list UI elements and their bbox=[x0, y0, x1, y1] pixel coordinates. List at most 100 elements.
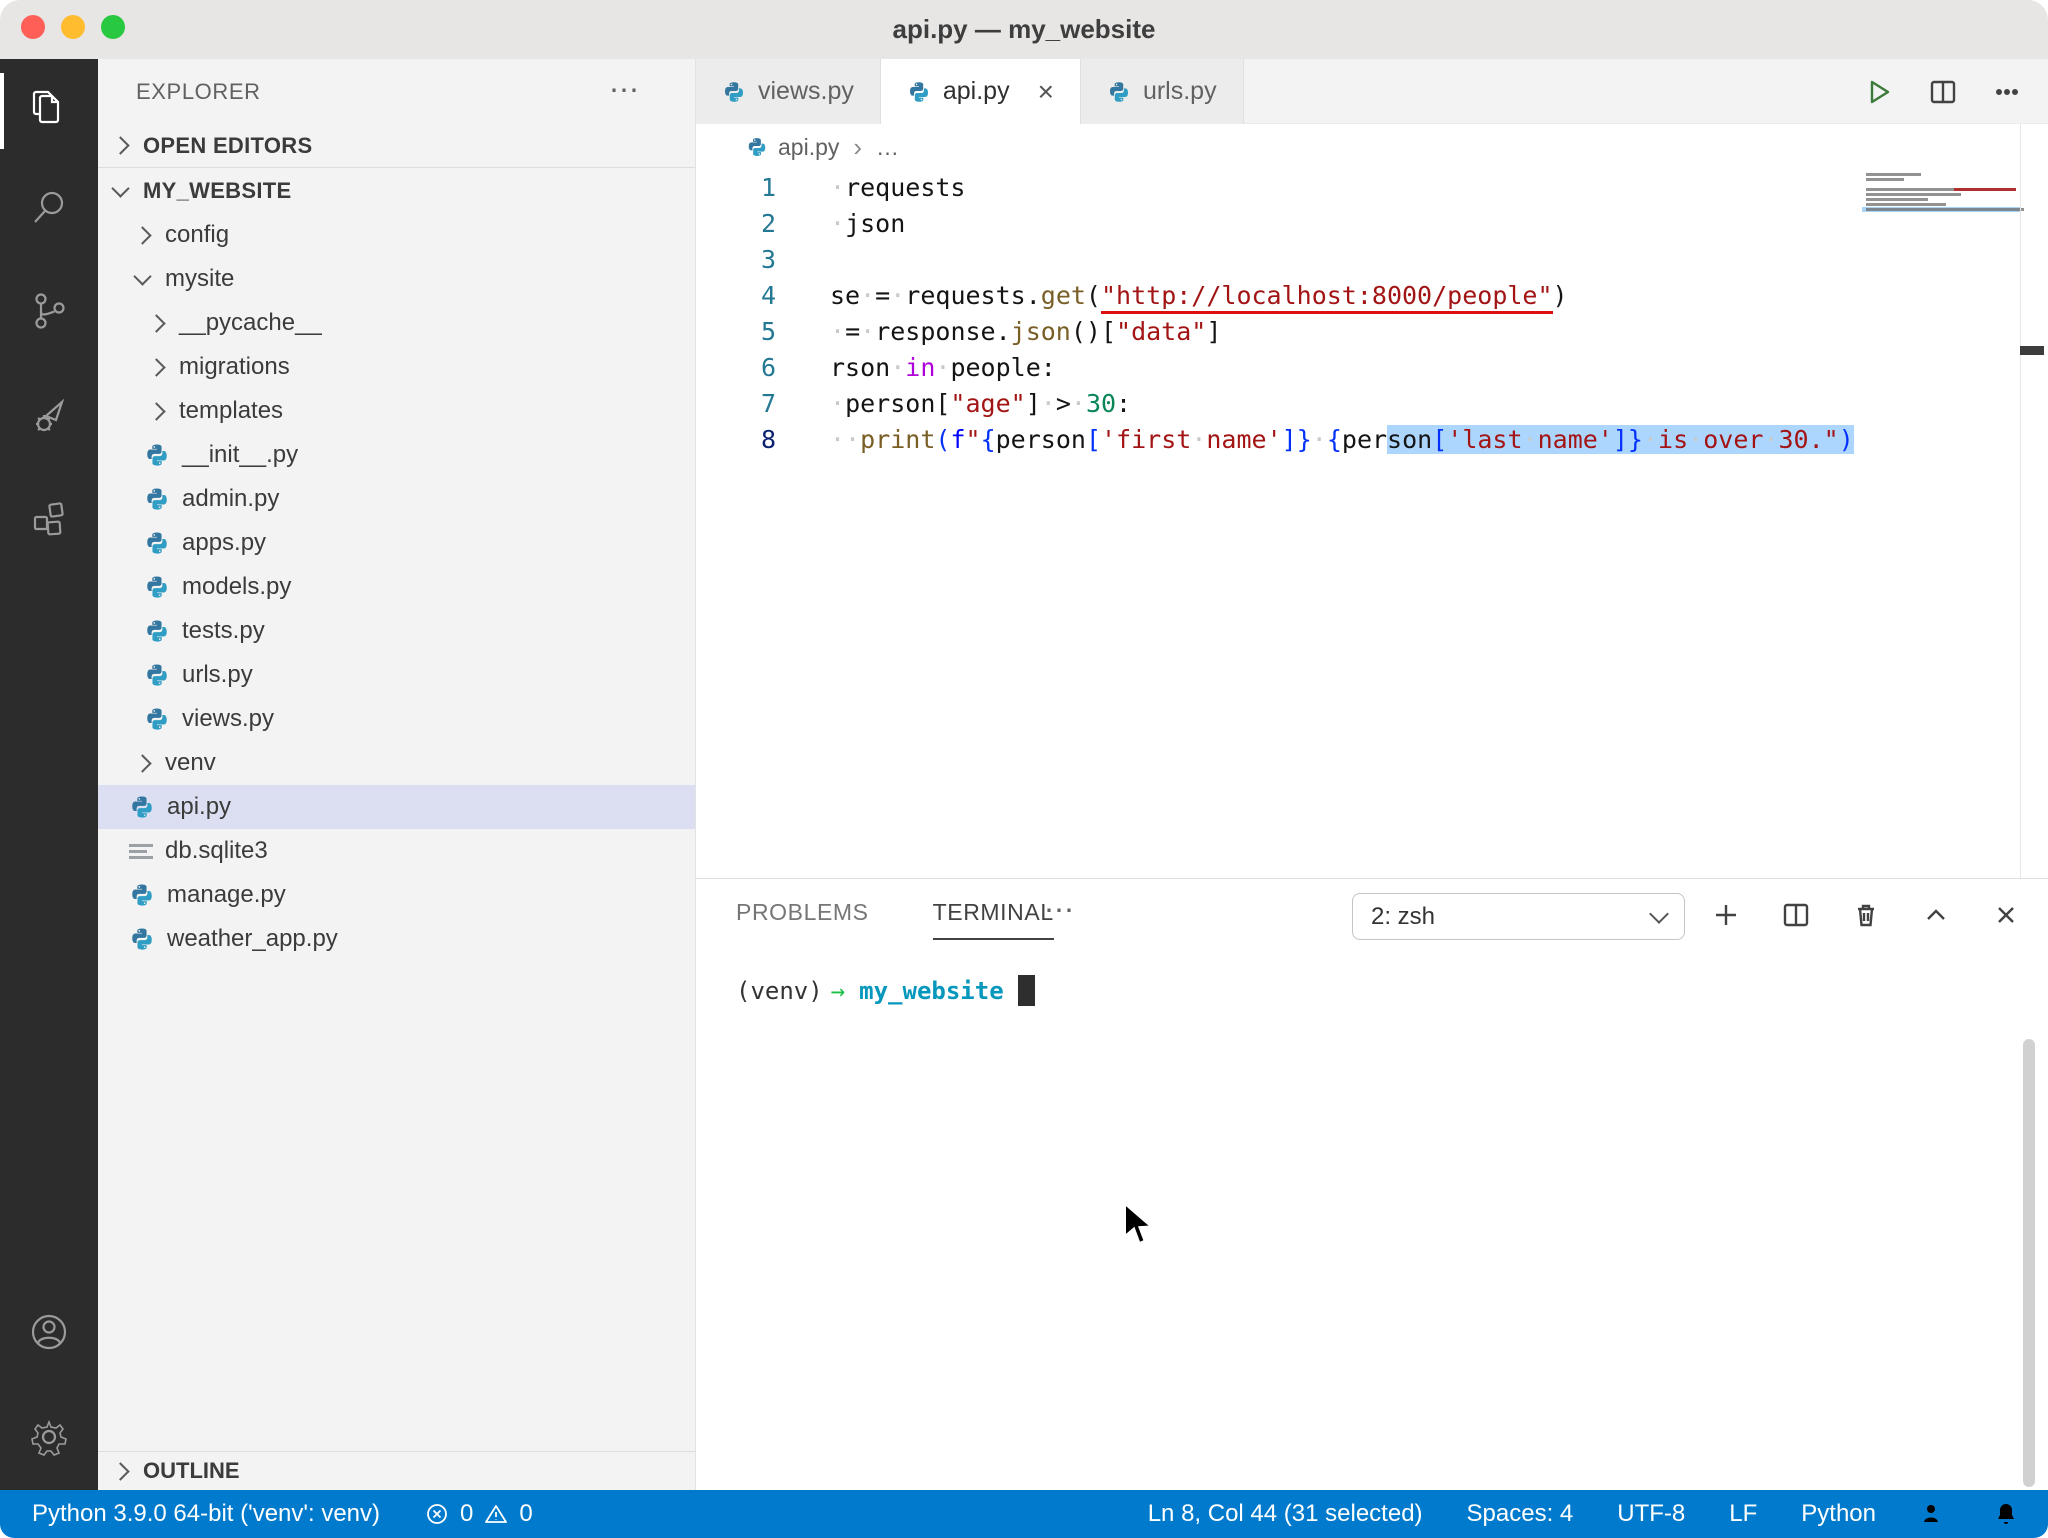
breadcrumb[interactable]: api.py › … bbox=[696, 124, 2048, 170]
tree-folder-venv[interactable]: venv bbox=[98, 741, 695, 785]
tree-item-label: models.py bbox=[182, 573, 291, 601]
run-debug-icon[interactable] bbox=[0, 367, 98, 463]
settings-gear-icon[interactable] bbox=[0, 1389, 98, 1485]
terminal-arrow: → bbox=[831, 977, 845, 1005]
breadcrumb-separator: › bbox=[853, 132, 862, 163]
terminal-venv-prefix: (venv) bbox=[736, 977, 823, 1005]
tab-label: api.py bbox=[943, 77, 1010, 106]
tree-item-label: config bbox=[165, 221, 229, 249]
tree-file-urls-py[interactable]: urls.py bbox=[98, 653, 695, 697]
tree-folder-templates[interactable]: templates bbox=[98, 389, 695, 433]
line-number: 3 bbox=[696, 242, 776, 278]
split-terminal-icon[interactable] bbox=[1780, 899, 1812, 931]
tree-item-label: __pycache__ bbox=[179, 309, 322, 337]
tree-file-api-py[interactable]: api.py bbox=[98, 785, 695, 829]
notifications-bell-icon[interactable] bbox=[1992, 1500, 2020, 1528]
status-ln-8-col-44-31-selected[interactable]: Ln 8, Col 44 (31 selected) bbox=[1148, 1500, 1423, 1528]
kill-terminal-trash-icon[interactable] bbox=[1850, 899, 1882, 931]
chevron-right-icon bbox=[147, 314, 165, 332]
python-file-icon bbox=[144, 706, 170, 732]
tree-file-db-sqlite3[interactable]: db.sqlite3 bbox=[98, 829, 695, 873]
tree-item-label: mysite bbox=[165, 265, 234, 293]
status-lf[interactable]: LF bbox=[1729, 1500, 1757, 1528]
terminal-prompt[interactable]: (venv) → my_website bbox=[736, 975, 1035, 1006]
minimap-border bbox=[2020, 124, 2021, 878]
search-icon[interactable] bbox=[0, 159, 98, 255]
file-tree: config mysite __pycache__ migrationstemplat… bbox=[98, 213, 695, 961]
line-number: 5 bbox=[696, 314, 776, 350]
code-editor[interactable]: 1·requests2·json34se·=·requests.get("htt… bbox=[696, 170, 2048, 458]
source-control-icon[interactable] bbox=[0, 263, 98, 359]
tree-file--init-py[interactable]: __init__.py bbox=[98, 433, 695, 477]
terminal-cwd: my_website bbox=[859, 977, 1004, 1005]
tree-file-admin-py[interactable]: admin.py bbox=[98, 477, 695, 521]
explorer-icon[interactable] bbox=[0, 59, 98, 155]
sidebar-title: EXPLORER bbox=[136, 79, 261, 105]
tab-urls-py[interactable]: urls.py bbox=[1081, 59, 1244, 124]
bottom-panel: PROBLEMS TERMINAL ⋯ 2: zsh (venv) → my_we… bbox=[696, 878, 2048, 1490]
tree-folder--pycache-[interactable]: __pycache__ bbox=[98, 301, 695, 345]
project-root-row[interactable]: MY_WEBSITE bbox=[98, 169, 695, 213]
error-count: 0 bbox=[460, 1500, 473, 1528]
chevron-down-icon bbox=[133, 267, 151, 285]
tree-item-label: venv bbox=[165, 749, 216, 777]
account-icon[interactable] bbox=[0, 1284, 98, 1380]
status-utf-8[interactable]: UTF-8 bbox=[1617, 1500, 1685, 1528]
open-editors-section[interactable]: OPEN EDITORS bbox=[98, 124, 695, 168]
chevron-right-icon bbox=[111, 136, 129, 154]
tree-item-label: db.sqlite3 bbox=[165, 837, 268, 865]
code-line-8: 8··print(f"{person['first·name']}·{perso… bbox=[696, 422, 2048, 458]
terminal-cursor bbox=[1018, 975, 1035, 1006]
panel-tab-terminal[interactable]: TERMINAL bbox=[933, 899, 1054, 940]
extensions-icon[interactable] bbox=[0, 471, 98, 567]
line-number: 8 bbox=[696, 422, 776, 458]
tree-folder-mysite[interactable]: mysite bbox=[98, 257, 695, 301]
tree-file-manage-py[interactable]: manage.py bbox=[98, 873, 695, 917]
python-file-icon bbox=[144, 618, 170, 644]
code-text: rson·in·people: bbox=[776, 350, 1056, 386]
minimap[interactable] bbox=[1862, 172, 2020, 412]
python-interpreter-status[interactable]: Python 3.9.0 64-bit ('venv': venv) bbox=[32, 1500, 380, 1528]
split-editor-icon[interactable] bbox=[1928, 77, 1958, 107]
maximize-panel-icon[interactable] bbox=[1920, 899, 1952, 931]
explorer-more-actions-icon[interactable]: ⋯ bbox=[609, 73, 639, 108]
editor-more-actions-icon[interactable] bbox=[1992, 77, 2022, 107]
tree-folder-config[interactable]: config bbox=[98, 213, 695, 257]
tree-file-apps-py[interactable]: apps.py bbox=[98, 521, 695, 565]
tree-item-label: __init__.py bbox=[182, 441, 298, 469]
python-file-icon bbox=[129, 926, 155, 952]
tree-item-label: tests.py bbox=[182, 617, 265, 645]
feedback-icon[interactable] bbox=[1920, 1500, 1948, 1528]
outline-section[interactable]: OUTLINE bbox=[98, 1451, 695, 1490]
panel-more-actions-icon[interactable]: ⋯ bbox=[1044, 893, 1074, 928]
tab-label: views.py bbox=[758, 77, 854, 106]
python-file-icon bbox=[144, 530, 170, 556]
problems-status[interactable]: 0 0 bbox=[424, 1500, 533, 1528]
run-python-file-icon[interactable] bbox=[1864, 77, 1894, 107]
terminal-scrollbar[interactable] bbox=[2023, 1039, 2035, 1487]
tree-item-label: api.py bbox=[167, 793, 231, 821]
warning-icon bbox=[483, 1501, 509, 1527]
terminal-shell-select[interactable]: 2: zsh bbox=[1352, 893, 1685, 940]
python-file-icon bbox=[144, 574, 170, 600]
tree-file-models-py[interactable]: models.py bbox=[98, 565, 695, 609]
tree-file-tests-py[interactable]: tests.py bbox=[98, 609, 695, 653]
tab-api-py[interactable]: api.py × bbox=[881, 59, 1081, 124]
panel-tab-problems[interactable]: PROBLEMS bbox=[736, 899, 869, 940]
code-line-5: 5·=·response.json()["data"] bbox=[696, 314, 2048, 350]
python-file-icon bbox=[144, 442, 170, 468]
tab-views-py[interactable]: views.py bbox=[696, 59, 881, 124]
chevron-right-icon bbox=[147, 358, 165, 376]
chevron-right-icon bbox=[147, 402, 165, 420]
tree-file-views-py[interactable]: views.py bbox=[98, 697, 695, 741]
active-indicator bbox=[0, 73, 4, 149]
new-terminal-icon[interactable] bbox=[1710, 899, 1742, 931]
status-spaces-4[interactable]: Spaces: 4 bbox=[1467, 1500, 1574, 1528]
error-icon bbox=[424, 1501, 450, 1527]
close-panel-icon[interactable] bbox=[1990, 899, 2022, 931]
status-python[interactable]: Python bbox=[1801, 1500, 1876, 1528]
tree-file-weather-app-py[interactable]: weather_app.py bbox=[98, 917, 695, 961]
code-text: ·json bbox=[776, 206, 905, 242]
close-tab-icon[interactable]: × bbox=[1038, 78, 1054, 106]
tree-folder-migrations[interactable]: migrations bbox=[98, 345, 695, 389]
